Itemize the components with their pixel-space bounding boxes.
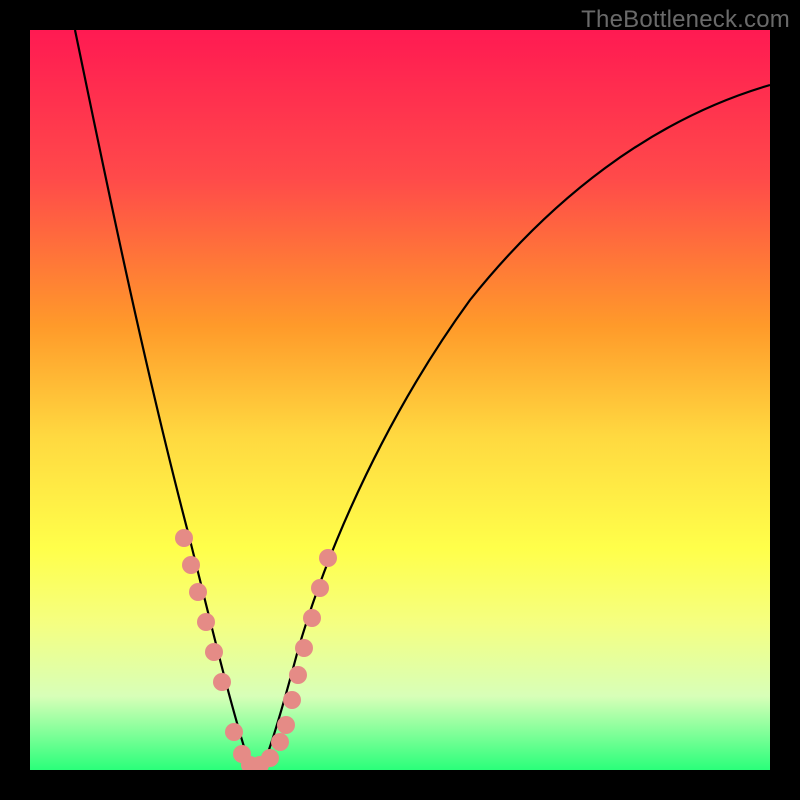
marker-dot: [319, 549, 337, 567]
watermark-text: TheBottleneck.com: [581, 6, 790, 34]
curve-path: [75, 30, 770, 768]
marker-dot: [261, 749, 279, 767]
marker-dot: [311, 579, 329, 597]
marker-dot: [189, 583, 207, 601]
marker-dot: [283, 691, 301, 709]
marker-dot: [295, 639, 313, 657]
bottleneck-curve: [30, 30, 770, 770]
marker-dot: [182, 556, 200, 574]
marker-dot: [225, 723, 243, 741]
marker-dot: [277, 716, 295, 734]
marker-dot: [205, 643, 223, 661]
marker-dot: [197, 613, 215, 631]
chart-frame: TheBottleneck.com: [0, 0, 800, 800]
marker-dot: [175, 529, 193, 547]
marker-dot: [271, 733, 289, 751]
marker-dot: [213, 673, 231, 691]
marker-dot: [303, 609, 321, 627]
plot-area: [30, 30, 770, 770]
marker-dot: [289, 666, 307, 684]
